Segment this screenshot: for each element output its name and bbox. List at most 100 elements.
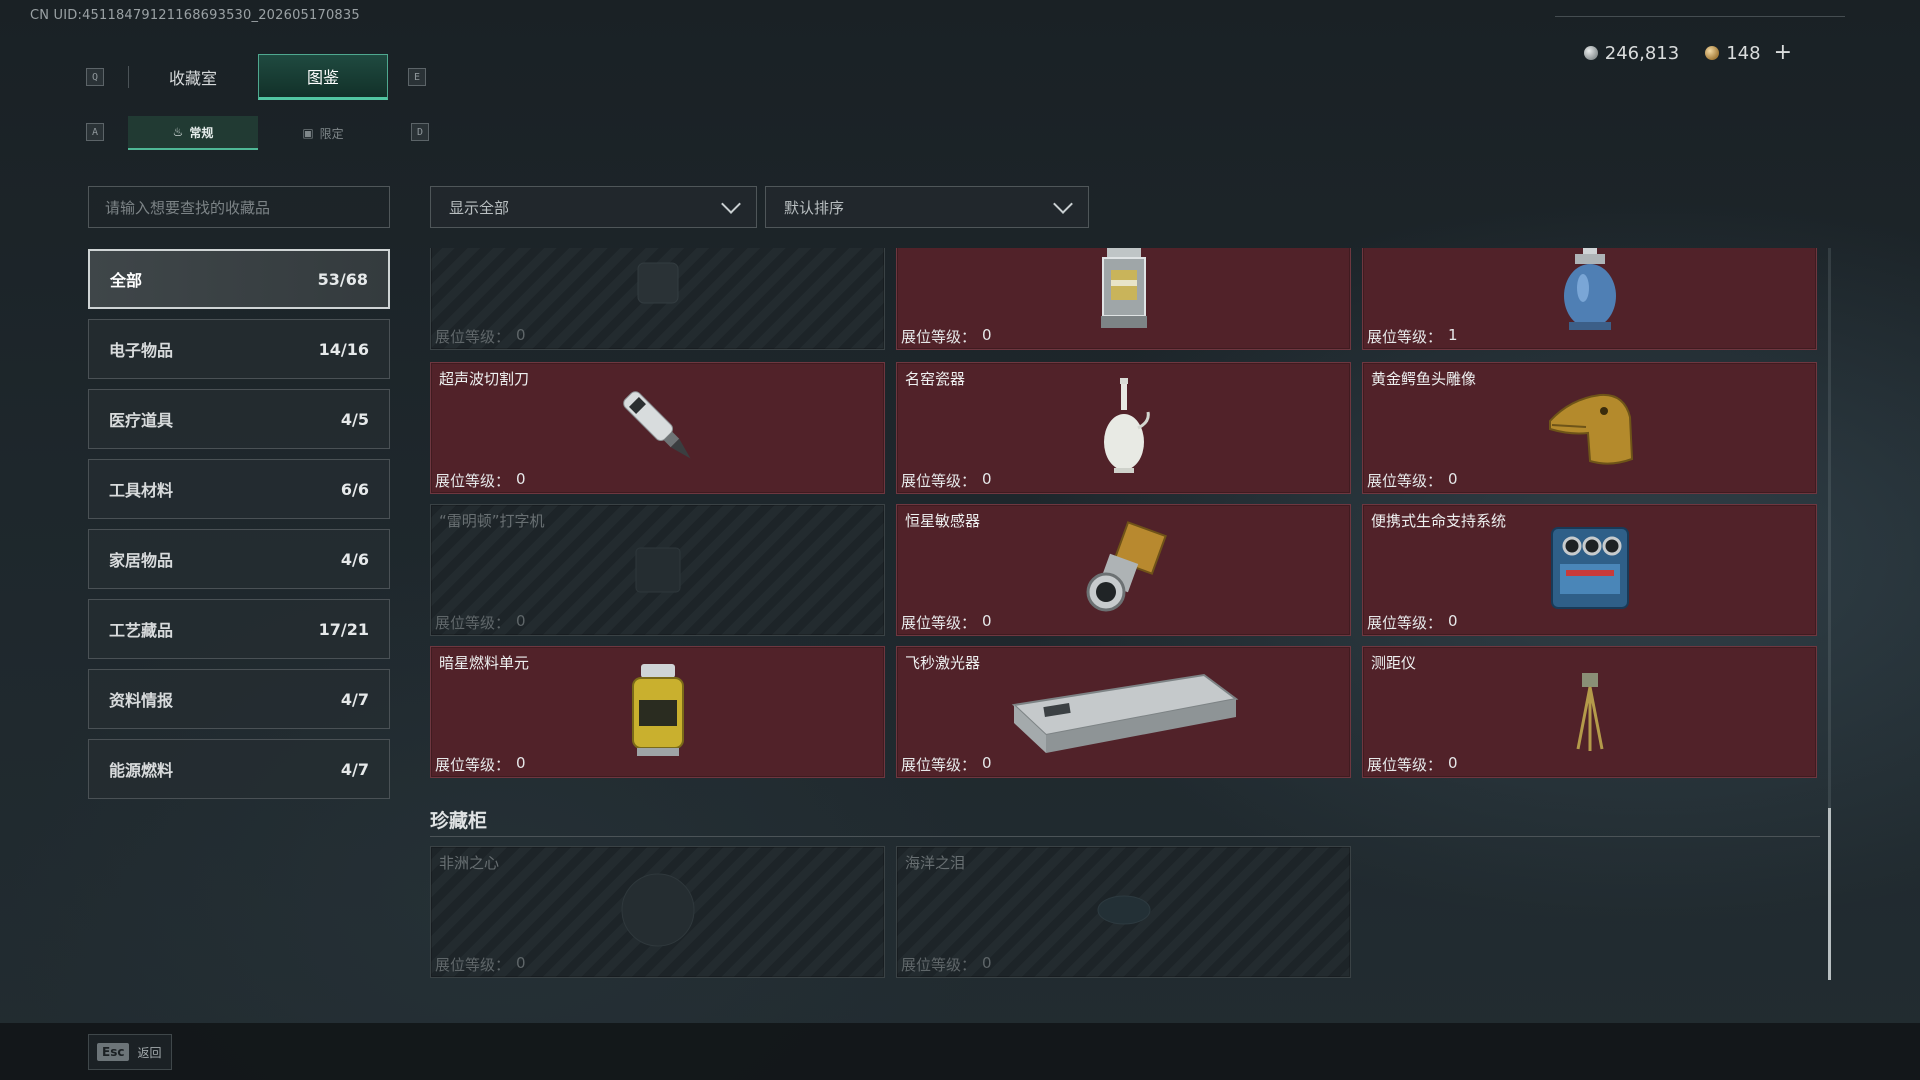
back-label: 返回 [137, 1045, 162, 1060]
category-label: 资料情报 [109, 691, 174, 710]
vault-card-locked[interactable]: 非洲之心 展位等级： 0 [430, 846, 885, 978]
scrollbar-thumb[interactable] [1828, 808, 1831, 980]
display-level: 展位等级： 0 [435, 326, 526, 347]
collection-card[interactable]: 展位等级： 1 [1362, 248, 1817, 350]
level-value: 0 [982, 326, 992, 344]
level-value: 0 [516, 470, 526, 488]
category-list: 全部 53/68 电子物品 14/16 医疗道具 4/5 工具材料 6/6 家居… [88, 249, 390, 809]
collection-card[interactable]: 飞秒激光器 展位等级： 0 [896, 646, 1351, 778]
level-label: 展位等级： [901, 756, 977, 774]
category-count: 4/7 [340, 689, 369, 709]
category-electronics[interactable]: 电子物品 14/16 [88, 319, 390, 379]
item-name: 黄金鳄鱼头雕像 [1371, 370, 1477, 388]
ultrasonic-cutter-icon [608, 376, 708, 480]
item-name: 海洋之泪 [905, 854, 966, 872]
rangefinder-icon [1570, 665, 1610, 759]
gold-currency: 148 + [1705, 42, 1792, 64]
back-button[interactable]: Esc 返回 [88, 1034, 173, 1070]
sort-dropdown[interactable]: 默认排序 [765, 186, 1089, 228]
item-name: 便携式生命支持系统 [1371, 512, 1507, 530]
level-label: 展位等级： [901, 614, 977, 632]
collection-card[interactable]: 展位等级： 0 [896, 248, 1351, 350]
category-household[interactable]: 家居物品 4/6 [88, 529, 390, 589]
femtosecond-laser-icon [1004, 665, 1244, 759]
category-label: 工具材料 [109, 481, 174, 500]
level-value: 0 [982, 754, 992, 772]
key-hint-next-tab: E [408, 68, 426, 86]
item-name: 超声波切割刀 [439, 370, 530, 388]
level-value: 0 [1448, 470, 1458, 488]
star-sensor-icon [1074, 518, 1174, 622]
display-level: 展位等级： 0 [435, 612, 526, 633]
category-count: 53/68 [317, 269, 368, 289]
category-medical[interactable]: 医疗道具 4/5 [88, 389, 390, 449]
category-count: 4/5 [340, 409, 369, 429]
level-value: 1 [1448, 326, 1458, 344]
collection-card-locked[interactable]: “雷明顿”打字机 展位等级： 0 [430, 504, 885, 636]
typewriter-icon [618, 528, 698, 612]
silver-currency: 246,813 [1583, 42, 1680, 64]
category-label: 家居物品 [109, 551, 174, 570]
golden-crocodile-head-icon [1540, 381, 1640, 475]
category-crafts[interactable]: 工艺藏品 17/21 [88, 599, 390, 659]
level-label: 展位等级： [901, 328, 977, 346]
key-hint-next-subtab: D [411, 123, 429, 141]
chevron-down-icon [1053, 194, 1073, 214]
collection-card[interactable]: 便携式生命支持系统 展位等级： 0 [1362, 504, 1817, 636]
category-count: 17/21 [318, 619, 369, 639]
display-level: 展位等级： 0 [435, 470, 526, 491]
category-label: 能源燃料 [109, 761, 174, 780]
heart-of-africa-icon [613, 865, 703, 959]
subtab-limited[interactable]: ▣ 限定 [258, 116, 388, 150]
display-level: 展位等级： 0 [901, 754, 992, 775]
gold-amount: 148 [1726, 42, 1761, 64]
item-name: 恒星敏感器 [905, 512, 981, 530]
fuel-cell-icon [623, 660, 693, 764]
filter-dropdown[interactable]: 显示全部 [430, 186, 757, 228]
display-level: 展位等级： 0 [901, 470, 992, 491]
level-value: 0 [982, 954, 992, 972]
collection-card[interactable]: 名窑瓷器 展位等级： 0 [896, 362, 1351, 494]
collection-card[interactable]: 暗星燃料单元 展位等级： 0 [430, 646, 885, 778]
tab-codex[interactable]: 图鉴 [258, 54, 388, 100]
category-energy[interactable]: 能源燃料 4/7 [88, 739, 390, 799]
category-intel[interactable]: 资料情报 4/7 [88, 669, 390, 729]
collection-card[interactable]: 测距仪 展位等级： 0 [1362, 646, 1817, 778]
category-label: 全部 [110, 271, 143, 290]
silver-amount: 246,813 [1604, 42, 1680, 64]
sub-tabs: ♨ 常规 ▣ 限定 [128, 116, 388, 150]
collection-card[interactable]: 黄金鳄鱼头雕像 展位等级： 0 [1362, 362, 1817, 494]
grid-scrollbar[interactable] [1828, 248, 1831, 980]
level-label: 展位等级： [435, 328, 511, 346]
vault-card-locked[interactable]: 海洋之泪 展位等级： 0 [896, 846, 1351, 978]
search-input[interactable]: 请输入想要查找的收藏品 [88, 186, 390, 228]
tab-divider [128, 66, 129, 88]
gas-canister-icon [1555, 248, 1625, 338]
level-label: 展位等级： [1367, 328, 1443, 346]
category-tools[interactable]: 工具材料 6/6 [88, 459, 390, 519]
level-label: 展位等级： [435, 614, 511, 632]
category-count: 4/6 [340, 549, 369, 569]
tab-collection-room[interactable]: 收藏室 [128, 54, 258, 100]
category-label: 工艺藏品 [109, 621, 174, 640]
item-name: 非洲之心 [439, 854, 500, 872]
life-support-system-icon [1540, 518, 1640, 622]
tab-label: 收藏室 [168, 69, 217, 88]
collection-grid: 展位等级： 0 展位等级： 0 展位等级： 1 超声波切割刀 展位等级： 0 名… [430, 248, 1820, 983]
subtab-label: 限定 [319, 126, 344, 141]
gold-coin-icon [1705, 46, 1720, 60]
collection-card[interactable]: 超声波切割刀 展位等级： 0 [430, 362, 885, 494]
subtab-regular[interactable]: ♨ 常规 [128, 116, 258, 150]
display-level: 展位等级： 0 [435, 954, 526, 975]
collection-card-locked[interactable]: 展位等级： 0 [430, 248, 885, 350]
item-name: 暗星燃料单元 [439, 654, 530, 672]
collection-card[interactable]: 恒星敏感器 展位等级： 0 [896, 504, 1351, 636]
category-all[interactable]: 全部 53/68 [88, 249, 390, 309]
display-level: 展位等级： 0 [1367, 754, 1458, 775]
add-currency-button[interactable]: + [1774, 42, 1792, 64]
tear-of-ocean-icon [1094, 890, 1154, 934]
level-value: 0 [982, 470, 992, 488]
limited-icon: ▣ [302, 126, 314, 140]
level-value: 0 [516, 326, 526, 344]
esc-key-icon: Esc [97, 1043, 130, 1061]
